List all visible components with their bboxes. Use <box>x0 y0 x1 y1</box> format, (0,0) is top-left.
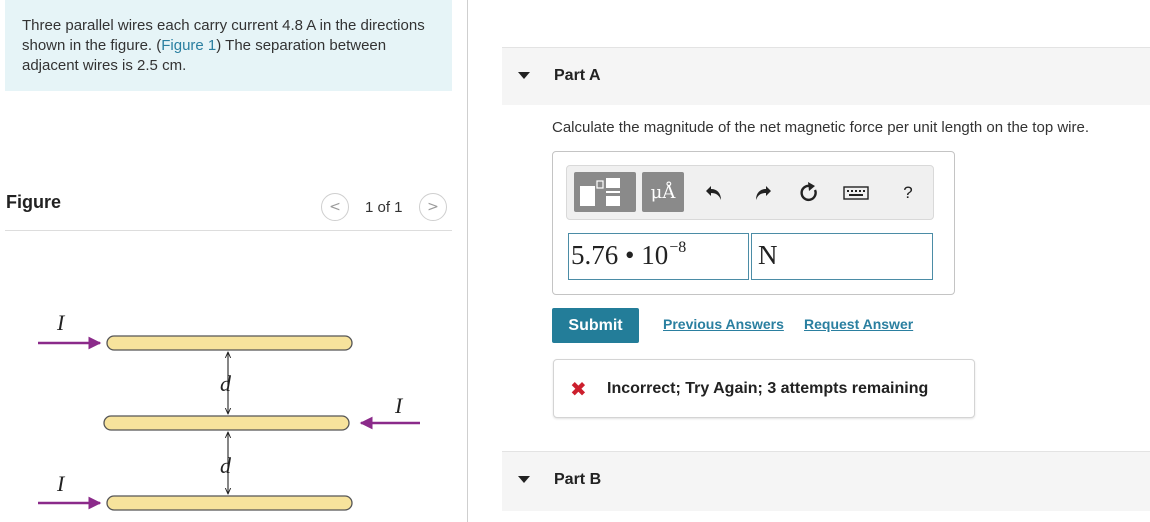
separation-lower-label: d <box>220 453 232 478</box>
top-current-label: I <box>56 310 66 335</box>
bottom-current-label: I <box>56 471 66 496</box>
feedback-text: Incorrect; Try Again; 3 attempts remaini… <box>607 380 929 397</box>
reset-icon <box>800 182 817 202</box>
help-button[interactable]: ? <box>896 181 920 205</box>
error-x-icon: ✖ <box>570 377 587 401</box>
request-answer-link[interactable]: Request Answer <box>804 316 913 332</box>
help-icon: ? <box>903 183 913 202</box>
templates-icon <box>580 178 620 206</box>
redo-button[interactable] <box>750 181 774 205</box>
separation-upper-label: d <box>220 371 232 396</box>
caret-down-icon <box>518 72 530 79</box>
problem-statement: Three parallel wires each carry current … <box>5 0 452 91</box>
previous-figure-button[interactable]: < <box>321 193 349 221</box>
figure-link[interactable]: Figure 1 <box>161 37 216 54</box>
redo-icon <box>756 186 771 200</box>
previous-answers-link[interactable]: Previous Answers <box>663 316 784 332</box>
chevron-right-icon: > <box>427 199 439 215</box>
figure-page-count: 1 of 1 <box>365 199 403 216</box>
undo-icon <box>706 186 721 200</box>
top-wire <box>106 335 353 351</box>
units-icon: μÅ <box>650 181 676 203</box>
answer-exponent: −8 <box>669 239 687 256</box>
part-b-header[interactable]: Part B <box>502 451 1150 511</box>
column-divider <box>467 0 468 522</box>
figure-title: Figure <box>6 192 62 212</box>
next-figure-button[interactable]: > <box>419 193 447 221</box>
wires-figure: I I I d d <box>38 310 420 511</box>
answer-box: μÅ ? 5.76 • 10−8 N <box>552 151 955 295</box>
submit-button[interactable]: Submit <box>552 308 639 343</box>
feedback-message: ✖ Incorrect; Try Again; 3 attempts remai… <box>553 359 975 418</box>
figure-header: Figure < 1 of 1 > <box>5 185 452 231</box>
part-a-label: Part A <box>554 67 601 84</box>
bottom-wire <box>106 495 353 511</box>
part-b-label: Part B <box>554 471 602 488</box>
keyboard-icon <box>843 186 869 200</box>
caret-down-icon <box>518 476 530 483</box>
keyboard-button[interactable] <box>843 181 869 205</box>
undo-button[interactable] <box>703 181 727 205</box>
reset-button[interactable] <box>797 181 821 205</box>
value-input[interactable]: 5.76 • 10−8 <box>568 233 749 280</box>
unit-input[interactable]: N <box>751 233 933 280</box>
middle-wire <box>103 415 350 431</box>
units-button[interactable]: μÅ <box>642 172 684 212</box>
templates-button[interactable] <box>574 172 636 212</box>
math-toolbar: μÅ ? <box>566 165 934 220</box>
middle-current-label: I <box>394 393 404 418</box>
answer-base: 10 <box>641 240 669 270</box>
part-a-header[interactable]: Part A <box>502 47 1150 105</box>
chevron-left-icon: < <box>329 199 341 215</box>
part-a-question: Calculate the magnitude of the net magne… <box>552 119 1089 136</box>
answer-mantissa: 5.76 <box>571 240 619 270</box>
answer-times: • <box>625 240 635 270</box>
